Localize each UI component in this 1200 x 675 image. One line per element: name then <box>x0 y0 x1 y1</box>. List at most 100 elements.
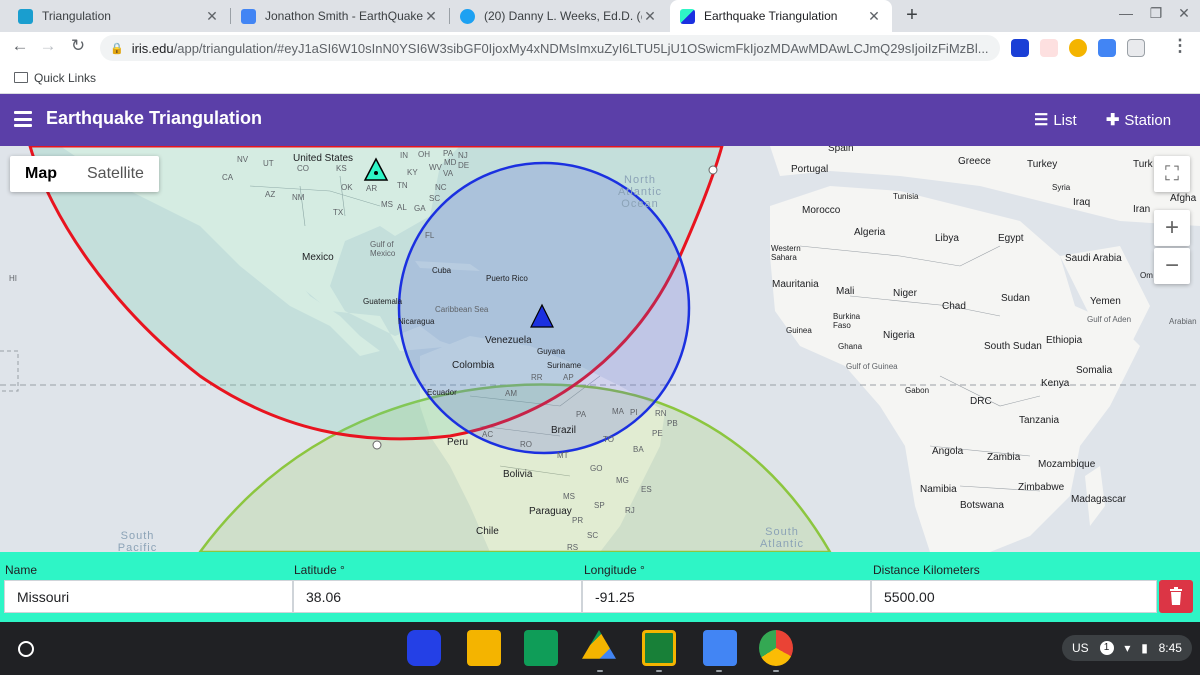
close-icon[interactable]: ✕ <box>866 8 882 25</box>
launcher-icon[interactable] <box>18 641 34 657</box>
menu-dots-icon[interactable]: ⋮ <box>1168 36 1192 56</box>
state-label: RS <box>567 543 579 552</box>
state-label: PE <box>652 429 663 438</box>
tab-earthquake-triangulation[interactable]: Earthquake Triangulation ✕ <box>670 0 892 32</box>
add-station-button[interactable]: ✚ Station <box>1106 110 1171 130</box>
state-label: RN <box>655 409 667 418</box>
label-ghana: Ghana <box>838 342 863 351</box>
close-window-icon[interactable]: ✕ <box>1172 5 1196 22</box>
state-label: TN <box>397 181 408 190</box>
fullscreen-icon[interactable]: ⛶ <box>1154 156 1190 192</box>
label-zimbabwe: Zimbabwe <box>1018 482 1065 493</box>
label-peru: Peru <box>447 437 469 448</box>
bookmarks-bar: Quick Links <box>0 64 1200 94</box>
status-tray[interactable]: US 1 ▾ ▮ 8:45 <box>1062 635 1192 661</box>
close-icon[interactable]: ✕ <box>423 8 439 25</box>
state-label: RO <box>520 440 532 449</box>
plus-icon: ✚ <box>1106 112 1120 129</box>
label-puerto-rico: Puerto Rico <box>486 274 528 283</box>
label-mexico: Mexico <box>302 252 334 263</box>
distance-input[interactable] <box>871 580 1157 613</box>
label-venezuela: Venezuela <box>485 335 532 346</box>
label-guinea: Guinea <box>786 326 812 335</box>
folder-icon[interactable] <box>14 72 28 83</box>
label-mauritania: Mauritania <box>772 279 819 290</box>
latitude-input[interactable] <box>293 580 582 613</box>
docs-icon[interactable] <box>703 630 737 666</box>
label-sudan: Sudan <box>1001 293 1030 304</box>
lock-icon: 🔒 <box>110 42 124 55</box>
label-morocco: Morocco <box>802 205 841 216</box>
tab-twitter[interactable]: (20) Danny L. Weeks, Ed.D. (@DL ✕ <box>450 0 668 32</box>
app-c-icon[interactable] <box>407 630 441 666</box>
label-namibia: Namibia <box>920 484 957 495</box>
classroom-icon[interactable] <box>642 630 676 666</box>
label-nigeria: Nigeria <box>883 330 915 341</box>
extension-screencast-icon[interactable] <box>1040 39 1058 57</box>
hamburger-menu-icon[interactable] <box>14 111 32 127</box>
label-cuba: Cuba <box>432 266 452 275</box>
state-label: MD <box>444 158 457 167</box>
chrome-icon[interactable] <box>759 630 793 666</box>
docs-icon <box>241 8 256 24</box>
label-south-atlantic: South Atlantic <box>759 526 805 550</box>
label-western-sahara: Western Sahara <box>771 244 801 262</box>
map-canvas[interactable]: United States Mexico Gulf of Mexico Cuba… <box>0 146 1200 552</box>
label-algeria: Algeria <box>854 227 886 238</box>
url-host: iris.edu <box>131 40 174 56</box>
extension-print-icon[interactable] <box>1098 39 1116 57</box>
restore-icon[interactable]: ❐ <box>1144 5 1168 22</box>
classroom-icon <box>18 8 33 24</box>
list-button[interactable]: ☰ List <box>1034 110 1077 130</box>
longitude-input[interactable] <box>582 580 871 613</box>
satellite-button[interactable]: Satellite <box>72 156 159 192</box>
label-ecuador: Ecuador <box>427 388 457 397</box>
state-label: SC <box>429 194 441 203</box>
red-circle-handle-bottom <box>372 440 382 450</box>
label-united-states: United States <box>293 153 354 164</box>
state-label: OH <box>418 150 430 159</box>
label-niger: Niger <box>893 288 917 299</box>
delete-station-button[interactable] <box>1159 580 1193 613</box>
tab-jonathon-smith[interactable]: Jonathon Smith - EarthQuake Tri ✕ <box>231 0 449 32</box>
tab-triangulation[interactable]: Triangulation ✕ <box>8 0 230 32</box>
label-madagascar: Madagascar <box>1071 494 1127 505</box>
reload-icon[interactable]: ↻ <box>66 36 90 56</box>
close-icon[interactable]: ✕ <box>642 8 658 25</box>
close-icon[interactable]: ✕ <box>204 8 220 25</box>
bookmark-quick-links[interactable]: Quick Links <box>34 71 96 85</box>
label-south-pacific: South Pacific <box>117 530 158 552</box>
state-label: CO <box>297 164 309 173</box>
state-label: SC <box>587 531 599 540</box>
sheets-icon[interactable] <box>524 630 558 666</box>
drive-icon[interactable] <box>582 630 616 659</box>
label-chad: Chad <box>942 301 966 312</box>
name-input[interactable] <box>4 580 293 613</box>
new-tab-button[interactable]: + <box>900 4 924 27</box>
zoom-in-button[interactable]: + <box>1154 210 1190 246</box>
label-botswana: Botswana <box>960 500 1004 511</box>
extension-c-icon[interactable] <box>1011 39 1029 57</box>
extension-circle-icon[interactable] <box>1069 39 1087 57</box>
label-hi: HI <box>9 274 17 283</box>
minimize-icon[interactable]: — <box>1114 5 1138 21</box>
state-label: PR <box>572 516 584 525</box>
label-portugal: Portugal <box>791 164 829 175</box>
label-iraq: Iraq <box>1073 197 1091 208</box>
label-tunisia: Tunisia <box>893 192 919 201</box>
state-label: OK <box>341 183 353 192</box>
forward-arrow-icon[interactable]: → <box>36 36 60 56</box>
clock: 8:45 <box>1158 641 1182 655</box>
state-label: AP <box>563 373 574 382</box>
state-label: AM <box>505 389 517 398</box>
extension-cast-icon[interactable] <box>1127 39 1145 57</box>
state-label: BA <box>633 445 644 454</box>
map-button[interactable]: Map <box>10 156 72 192</box>
label-south-sudan: South Sudan <box>984 341 1042 352</box>
back-arrow-icon[interactable]: ← <box>8 36 32 56</box>
label-mozambique: Mozambique <box>1038 459 1096 470</box>
zoom-out-button[interactable]: − <box>1154 248 1190 284</box>
slides-icon[interactable] <box>467 630 501 666</box>
address-bar[interactable]: 🔒 iris.edu/app/triangulation/#eyJ1aSI6W1… <box>100 35 1000 61</box>
state-label: PA <box>443 149 454 158</box>
